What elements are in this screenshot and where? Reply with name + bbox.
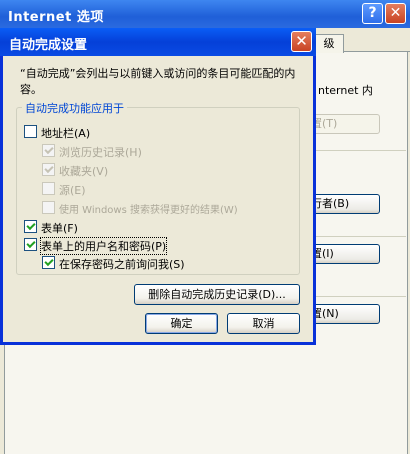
dialog-title: 自动完成设置 (9, 38, 88, 53)
checkbox-label: 地址栏(A) (41, 127, 91, 140)
background-separator (316, 150, 406, 151)
options-group-title: 自动完成功能应用于 (22, 100, 127, 116)
background-window-titlebar: Internet 选项 ? ✕ (0, 0, 410, 28)
cancel-button[interactable]: 取消 (227, 313, 300, 334)
background-window-title: Internet 选项 (8, 10, 104, 25)
dialog-description: “自动完成”会列出与以前键入或访问的条目可能匹配的内容。 (20, 67, 296, 96)
checkbox-label: 在保存密码之前询问我(S) (59, 258, 185, 271)
background-button-1[interactable]: 置(T) (308, 114, 380, 134)
checkbox-box[interactable] (42, 256, 55, 269)
dialog-close-button[interactable]: ✕ (291, 31, 312, 52)
checkbox-label: 源(E) (59, 184, 86, 197)
check-mark-icon (44, 256, 54, 267)
background-separator (316, 236, 406, 237)
background-text-partial: nternet 内 (318, 84, 373, 97)
tab-advanced-partial[interactable]: 级 (314, 34, 344, 53)
dialog-titlebar: 自动完成设置 ✕ (0, 28, 316, 56)
background-button-4[interactable]: 置(N) (308, 304, 380, 324)
checkbox-box[interactable] (24, 220, 37, 233)
checkbox-label: 表单上的用户名和密码(P) (39, 237, 168, 255)
checkbox-label: 表单(F) (41, 222, 78, 235)
background-close-button[interactable]: ✕ (385, 3, 406, 24)
ok-button[interactable]: 确定 (145, 313, 218, 334)
checkbox-box (42, 201, 55, 214)
checkbox-label: 浏览历史记录(H) (59, 146, 142, 159)
checkbox-label: 使用 Windows 搜索获得更好的结果(W) (59, 205, 238, 216)
checkbox-box[interactable] (24, 125, 37, 138)
background-button-2[interactable]: 行者(B) (308, 194, 380, 214)
check-mark-icon (26, 238, 36, 249)
checkbox-box[interactable] (24, 238, 37, 251)
check-mark-icon (44, 144, 54, 155)
help-button[interactable]: ? (362, 3, 383, 24)
delete-autocomplete-history-button[interactable]: 删除自动完成历史记录(D)... (134, 284, 300, 305)
background-button-3[interactable]: 置(I) (308, 244, 380, 264)
checkbox-box (42, 144, 55, 157)
checkbox-box (42, 163, 55, 176)
checkbox-label: 收藏夹(V) (59, 165, 109, 178)
background-separator (316, 296, 406, 297)
check-mark-icon (44, 163, 54, 174)
check-mark-icon (26, 220, 36, 231)
checkbox-box (42, 182, 55, 195)
